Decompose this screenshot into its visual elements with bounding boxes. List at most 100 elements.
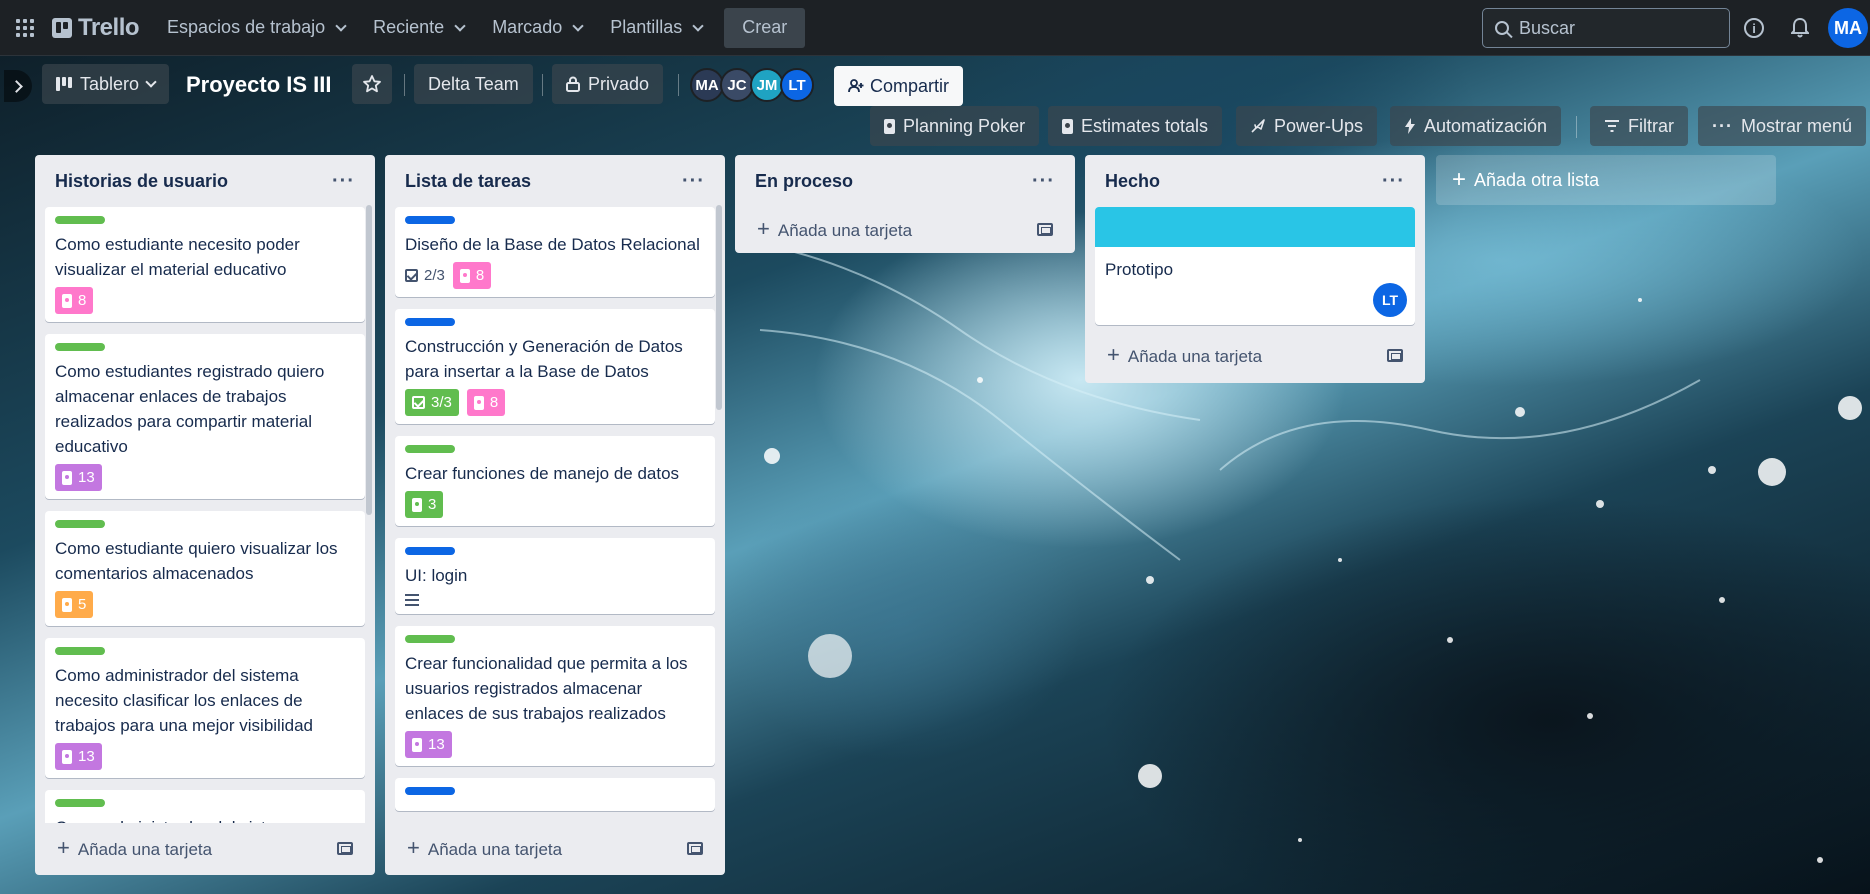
nav-recent-dropdown[interactable]: Reciente (359, 8, 478, 48)
chevron-down-icon (692, 19, 704, 32)
card[interactable]: Diseño de la Base de Datos Relacional 2/… (395, 207, 715, 297)
card[interactable]: Prototipo LT (1095, 207, 1415, 325)
list-actions-icon[interactable]: ··· (332, 170, 355, 193)
member-avatar[interactable]: MA (690, 68, 724, 102)
card[interactable] (395, 778, 715, 811)
card[interactable]: Crear funciones de manejo de datos 3 (395, 436, 715, 526)
card-icon (473, 395, 484, 410)
show-menu-button[interactable]: ··· Mostrar menú (1698, 106, 1867, 146)
filter-button[interactable]: Filtrar (1590, 106, 1688, 146)
card-title: Como administrador del sistema (55, 815, 355, 823)
estimates-totals-button[interactable]: Estimates totals (1048, 106, 1223, 146)
board-members: MA JC JM LT (690, 68, 814, 102)
add-card-label: Añada una tarjeta (1127, 347, 1263, 366)
nav-item-label: Plantillas (610, 17, 683, 37)
blue-label[interactable] (405, 787, 455, 795)
add-card-button[interactable]: + Añada una tarjeta (45, 823, 365, 873)
power-ups-button[interactable]: Power-Ups (1236, 106, 1378, 146)
card[interactable]: Como administrador del sistema (45, 790, 365, 823)
list-scrollbar[interactable] (716, 205, 722, 410)
card[interactable]: Construcción y Generación de Datos para … (395, 309, 715, 424)
estimate-badge: 13 (405, 731, 452, 758)
board-view-switcher[interactable]: Tablero (42, 64, 170, 104)
create-button[interactable]: Crear (724, 7, 806, 48)
member-avatar[interactable]: JM (750, 68, 784, 102)
card-badges: 3 (405, 491, 705, 518)
list-title[interactable]: Lista de tareas (405, 171, 531, 192)
estimate-badge: 8 (55, 287, 94, 314)
green-label[interactable] (55, 799, 105, 807)
card-template-icon[interactable] (337, 841, 353, 855)
card-template-icon[interactable] (1387, 348, 1403, 362)
add-list-button[interactable]: + Añada otra lista (1436, 155, 1776, 205)
nav-starred-dropdown[interactable]: Marcado (478, 8, 596, 48)
card-member-avatar[interactable]: LT (1373, 283, 1407, 317)
card-badges: 8 (55, 287, 355, 314)
list-title[interactable]: Hecho (1105, 171, 1160, 192)
search-placeholder: Buscar (1519, 17, 1576, 38)
card-title: Como estudiante necesito poder visualiza… (55, 235, 300, 279)
info-icon[interactable]: i (1744, 18, 1764, 38)
trello-logo[interactable]: Trello (52, 13, 140, 42)
member-avatar[interactable]: LT (780, 68, 814, 102)
planning-poker-button[interactable]: Planning Poker (870, 106, 1040, 146)
card-badges: 13 (55, 743, 355, 770)
chevron-down-icon (145, 76, 157, 88)
add-list-label: Añada otra lista (1474, 169, 1600, 190)
account-avatar[interactable]: MA (1828, 8, 1868, 48)
card[interactable]: Como estudiantes registrado quiero almac… (45, 334, 365, 499)
green-label[interactable] (55, 647, 105, 655)
search-input[interactable]: Buscar (1482, 8, 1730, 48)
card-container: Como estudiante necesito poder visualiza… (45, 207, 365, 823)
blue-label[interactable] (405, 216, 455, 224)
notifications-bell-icon[interactable] (1788, 16, 1812, 40)
card-title: Como estudiante quiero visualizar los co… (55, 539, 338, 583)
search-icon (1495, 21, 1509, 35)
logo-text: Trello (78, 13, 140, 41)
share-label: Compartir (870, 75, 950, 96)
list-scrollbar[interactable] (366, 205, 372, 515)
blue-label[interactable] (405, 318, 455, 326)
list-actions-icon[interactable]: ··· (1032, 170, 1055, 193)
card[interactable]: Como estudiante quiero visualizar los co… (45, 511, 365, 626)
card-title: Crear funciones de manejo de datos (405, 464, 680, 483)
card-template-icon[interactable] (1037, 222, 1053, 236)
list-actions-icon[interactable]: ··· (1382, 170, 1405, 193)
automation-button[interactable]: Automatización (1390, 106, 1562, 146)
list-actions-icon[interactable]: ··· (682, 170, 705, 193)
card[interactable]: Como administrador del sistema necesito … (45, 638, 365, 778)
board-title[interactable]: Proyecto IS III (186, 72, 332, 98)
header-divider (542, 74, 543, 96)
checklist-count: 2/3 (424, 267, 445, 284)
green-label[interactable] (405, 445, 455, 453)
nav-templates-dropdown[interactable]: Plantillas (596, 8, 716, 48)
powerup-label: Planning Poker (903, 115, 1026, 136)
card-template-icon[interactable] (687, 841, 703, 855)
blue-label[interactable] (405, 547, 455, 555)
visibility-label: Privado (588, 73, 650, 94)
add-card-button[interactable]: + Añada una tarjeta (1095, 333, 1415, 377)
nav-workspaces-dropdown[interactable]: Espacios de trabajo (153, 8, 359, 48)
list-title[interactable]: En proceso (755, 171, 853, 192)
green-label[interactable] (405, 635, 455, 643)
card[interactable]: Crear funcionalidad que permita a los us… (395, 626, 715, 766)
add-card-button[interactable]: + Añada una tarjeta (745, 207, 1065, 251)
app-switcher-icon[interactable] (12, 15, 38, 41)
estimate-badge: 13 (55, 464, 102, 491)
star-board-button[interactable] (352, 64, 392, 104)
member-avatar[interactable]: JC (720, 68, 754, 102)
card-icon (62, 749, 72, 764)
workspace-button[interactable]: Delta Team (414, 64, 533, 104)
expand-sidebar-button[interactable] (4, 70, 32, 102)
green-label[interactable] (55, 520, 105, 528)
card[interactable]: Como estudiante necesito poder visualiza… (45, 207, 365, 322)
green-label[interactable] (55, 216, 105, 224)
list-title[interactable]: Historias de usuario (55, 171, 228, 192)
add-card-label: Añada una tarjeta (427, 840, 563, 859)
green-label[interactable] (55, 343, 105, 351)
card[interactable]: UI: login (395, 538, 715, 614)
visibility-button[interactable]: Privado (552, 64, 664, 104)
add-card-button[interactable]: + Añada una tarjeta (395, 823, 715, 873)
lightning-icon (1405, 118, 1415, 134)
share-button[interactable]: Compartir (834, 66, 964, 106)
